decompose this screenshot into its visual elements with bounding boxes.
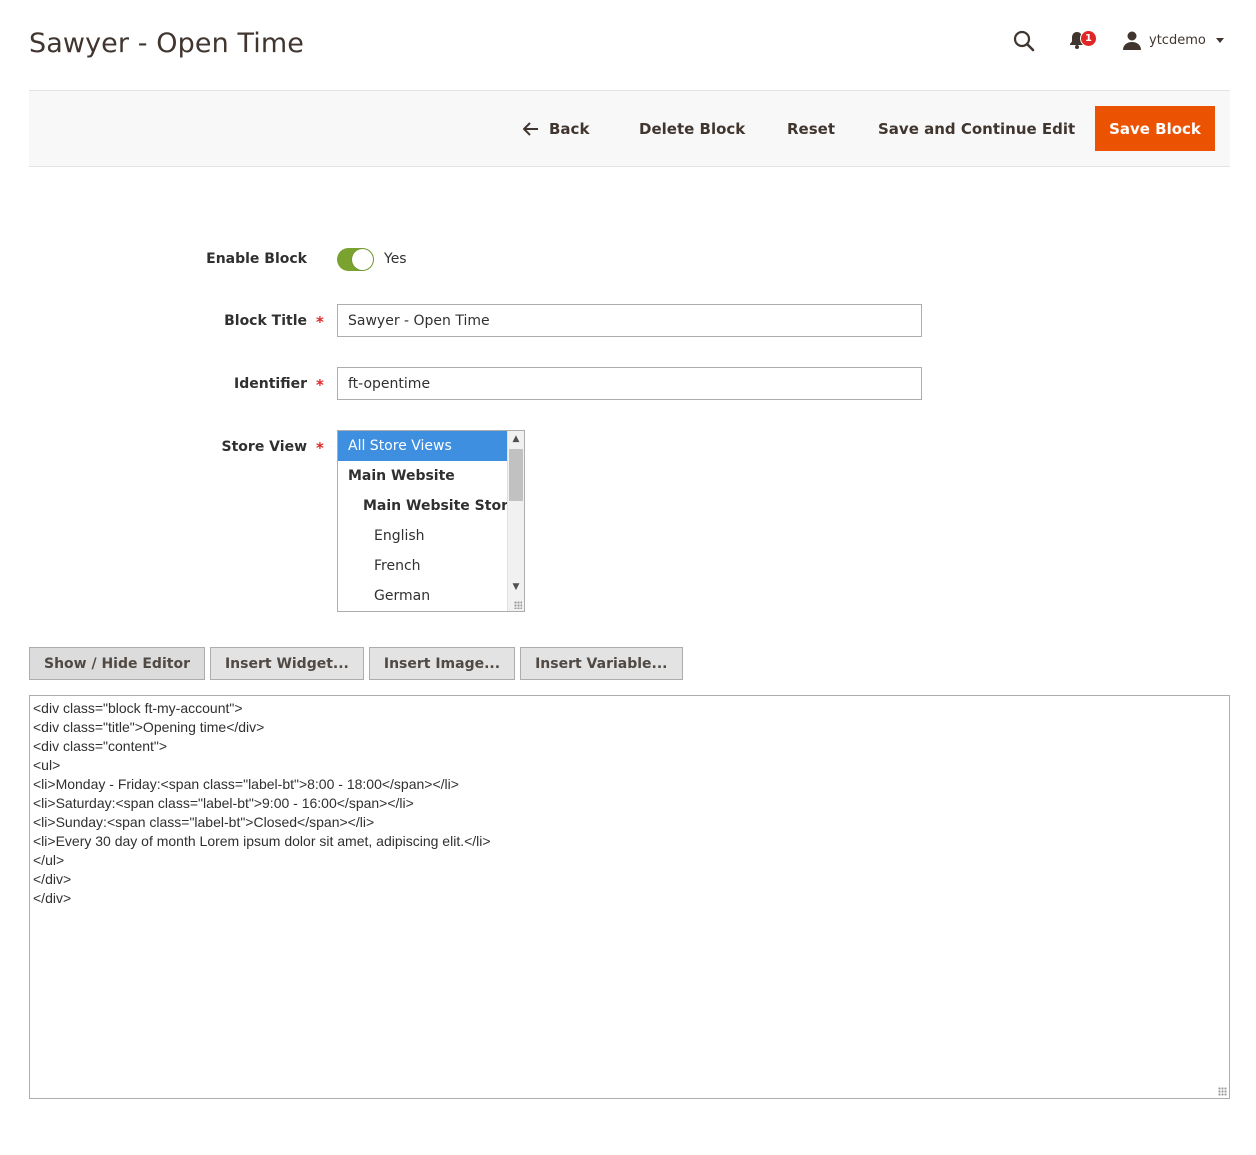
notifications-count-badge: 1 [1080,30,1097,47]
editor-toolbar: Show / Hide Editor Insert Widget... Inse… [29,647,683,680]
store-view-multiselect[interactable]: All Store Views Main Website Main Websit… [337,430,525,612]
scroll-up-icon[interactable]: ▲ [511,434,521,444]
identifier-input[interactable] [337,367,922,400]
global-search-button[interactable] [1013,30,1035,52]
block-content-textarea[interactable]: <div class="block ft-my-account"> <div c… [29,695,1230,1099]
required-asterisk: * [316,376,324,394]
store-option-main-website: Main Website [348,468,455,484]
store-view-label: Store View [221,439,307,455]
store-view-scrollbar[interactable]: ▲ ▼ [507,431,524,611]
username: ytcdemo [1149,32,1206,48]
store-option-german[interactable]: German [338,581,507,611]
back-label: Back [549,119,590,138]
show-hide-editor-button[interactable]: Show / Hide Editor [29,647,205,680]
chevron-down-icon [1215,37,1224,43]
required-asterisk: * [316,439,324,457]
enable-block-label: Enable Block [206,251,307,267]
user-icon [1123,31,1141,50]
resize-grip-icon[interactable] [514,601,522,609]
store-option-english[interactable]: English [338,521,507,551]
enable-block-value: Yes [384,251,407,267]
arrow-left-icon [523,121,538,136]
save-block-button[interactable]: Save Block [1095,106,1215,151]
page-title: Sawyer - Open Time [29,28,304,59]
store-option-all-store-views[interactable]: All Store Views [338,431,507,461]
enable-block-toggle[interactable] [337,248,374,271]
back-button[interactable]: Back [523,106,589,151]
toggle-knob [352,249,373,270]
required-asterisk: * [316,313,324,331]
reset-button[interactable]: Reset [787,106,835,151]
insert-widget-button[interactable]: Insert Widget... [209,647,364,680]
search-icon [1013,30,1035,52]
page-actions-bar: Back Delete Block Reset Save and Continu… [29,90,1230,167]
identifier-label: Identifier [234,376,307,392]
block-title-input[interactable] [337,304,922,337]
scroll-down-icon[interactable]: ▼ [511,582,521,592]
insert-image-button[interactable]: Insert Image... [368,647,516,680]
store-option-main-website-store: Main Website Store [363,498,518,514]
store-option-french[interactable]: French [338,551,507,581]
delete-block-button[interactable]: Delete Block [639,106,745,151]
insert-variable-button[interactable]: Insert Variable... [520,647,683,680]
resize-grip-icon[interactable] [1218,1087,1227,1096]
block-title-label: Block Title [224,313,307,329]
save-and-continue-button[interactable]: Save and Continue Edit [878,106,1075,151]
user-account-menu[interactable]: ytcdemo [1122,30,1224,50]
scrollbar-thumb[interactable] [509,449,523,501]
